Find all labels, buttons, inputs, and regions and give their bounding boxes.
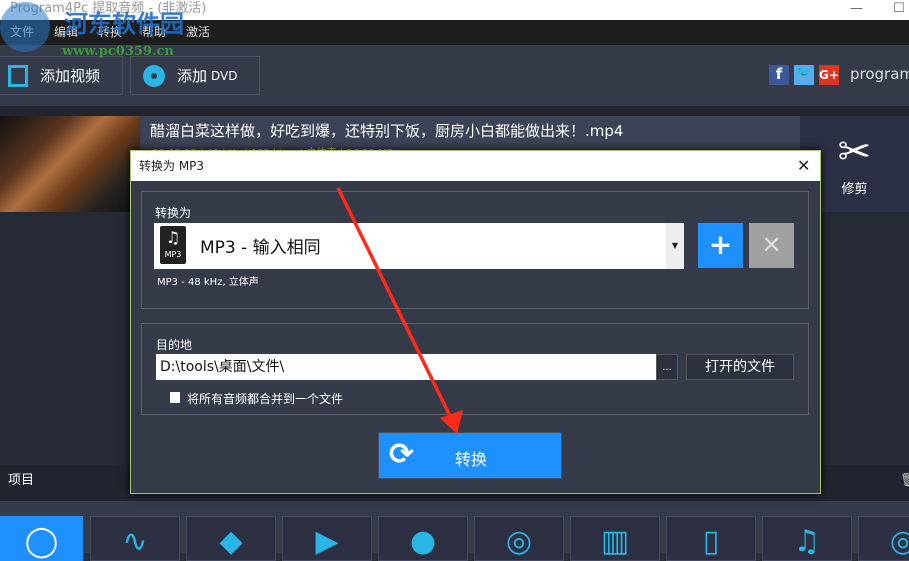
annotation-arrow (336, 187, 463, 434)
watermark-url: www.pc0359.cn (62, 44, 174, 59)
watermark-text: 河东软件园 (64, 10, 184, 38)
watermark-logo-icon (0, 2, 50, 52)
